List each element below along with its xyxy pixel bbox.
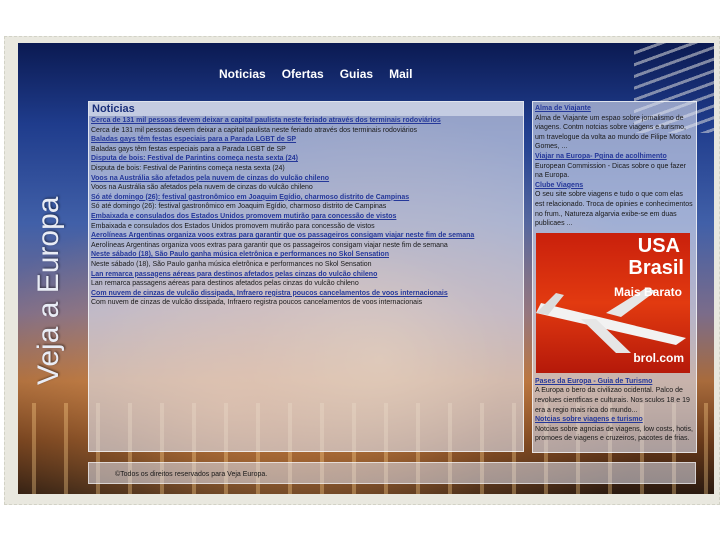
news-desc: Baladas gays têm festas especiais para a…: [91, 145, 286, 153]
nav-ofertas[interactable]: Ofertas: [282, 67, 324, 81]
news-desc: Embaixada e consulados dos Estados Unido…: [91, 222, 375, 230]
news-title[interactable]: Só até domingo (26): festival gastronômi…: [91, 193, 521, 203]
ad-line-domain: brol.com: [633, 350, 684, 365]
sidebar-desc: Alma de Viajante um espao sobre jornalis…: [535, 114, 692, 151]
news-title[interactable]: Aerolíneas Argentinas organiza voos extr…: [91, 231, 521, 241]
news-title[interactable]: Embaixada e consulados dos Estados Unido…: [91, 212, 521, 222]
news-title[interactable]: Neste sábado (18), São Paulo ganha músic…: [91, 250, 521, 260]
news-desc: Neste sábado (18), São Paulo ganha músic…: [91, 260, 372, 268]
links-sidebar: Alma de Viajante Alma de Viajante um esp…: [532, 101, 697, 453]
sidebar-link[interactable]: Notcias sobre viagens e turismo: [535, 415, 694, 425]
sidebar-desc: A Europa o bero da civilizao ocidental. …: [535, 387, 690, 414]
news-desc: Disputa de bois: Festival de Parintins c…: [91, 164, 285, 172]
sidebar-desc: Notcias sobre agncias de viagens, low co…: [535, 425, 693, 443]
news-title[interactable]: Disputa de bois: Festival de Parintins c…: [91, 154, 521, 164]
ad-line-usa: USA: [637, 234, 680, 257]
sidebar-link[interactable]: Alma de Viajante: [535, 104, 694, 114]
top-nav: Noticias Ofertas Guias Mail: [219, 67, 412, 81]
news-desc: Cerca de 131 mil pessoas devem deixar a …: [91, 126, 418, 134]
sidebar-desc: European Commission - Dicas sobre o que …: [535, 162, 686, 180]
news-title[interactable]: Lan remarca passagens aéreas para destin…: [91, 270, 521, 280]
nav-noticias[interactable]: Noticias: [219, 67, 266, 81]
news-desc: Voos na Austrália são afetados pela nuve…: [91, 184, 313, 192]
news-desc: Só até domingo (26): festival gastronômi…: [91, 203, 387, 211]
news-desc: Aerolíneas Argentinas organiza voos extr…: [91, 241, 448, 249]
footer: ©Todos os direitos reservados para Veja …: [88, 462, 696, 484]
sidebar-link[interactable]: Pases da Europa - Guia de Turismo: [535, 377, 694, 387]
news-desc: Lan remarca passagens aéreas para destin…: [91, 280, 359, 288]
news-desc: Com nuvem de cinzas de vulcão dissipada,…: [91, 299, 423, 307]
ad-banner[interactable]: USA Brasil Mais Barato brol.com: [536, 232, 690, 373]
site-vertical-title: Veja a Europa: [32, 196, 65, 385]
ad-line-mais-barato: Mais Barato: [613, 284, 682, 299]
news-list: Cerca de 131 mil pessoas devem deixar a …: [89, 116, 523, 308]
news-title[interactable]: Voos na Austrália são afetados pela nuve…: [91, 174, 521, 184]
ad-line-brasil: Brasil: [628, 256, 684, 279]
sidebar-desc: O seu site sobre viagens e tudo o que co…: [535, 191, 693, 228]
nav-guias[interactable]: Guias: [340, 67, 373, 81]
sidebar-link[interactable]: Viajar na Europa- Pgina de acolhimento: [535, 152, 694, 162]
news-title[interactable]: Com nuvem de cinzas de vulcão dissipada,…: [91, 289, 521, 299]
news-heading: Noticias: [89, 102, 523, 116]
nav-mail[interactable]: Mail: [389, 67, 412, 81]
news-panel: Noticias Cerca de 131 mil pessoas devem …: [88, 101, 524, 452]
sidebar-link[interactable]: Clube Viagens: [535, 181, 694, 191]
copyright-text: ©Todos os direitos reservados para Veja …: [115, 471, 268, 478]
news-title[interactable]: Baladas gays têm festas especiais para a…: [91, 135, 521, 145]
news-title[interactable]: Cerca de 131 mil pessoas devem deixar a …: [91, 116, 521, 126]
